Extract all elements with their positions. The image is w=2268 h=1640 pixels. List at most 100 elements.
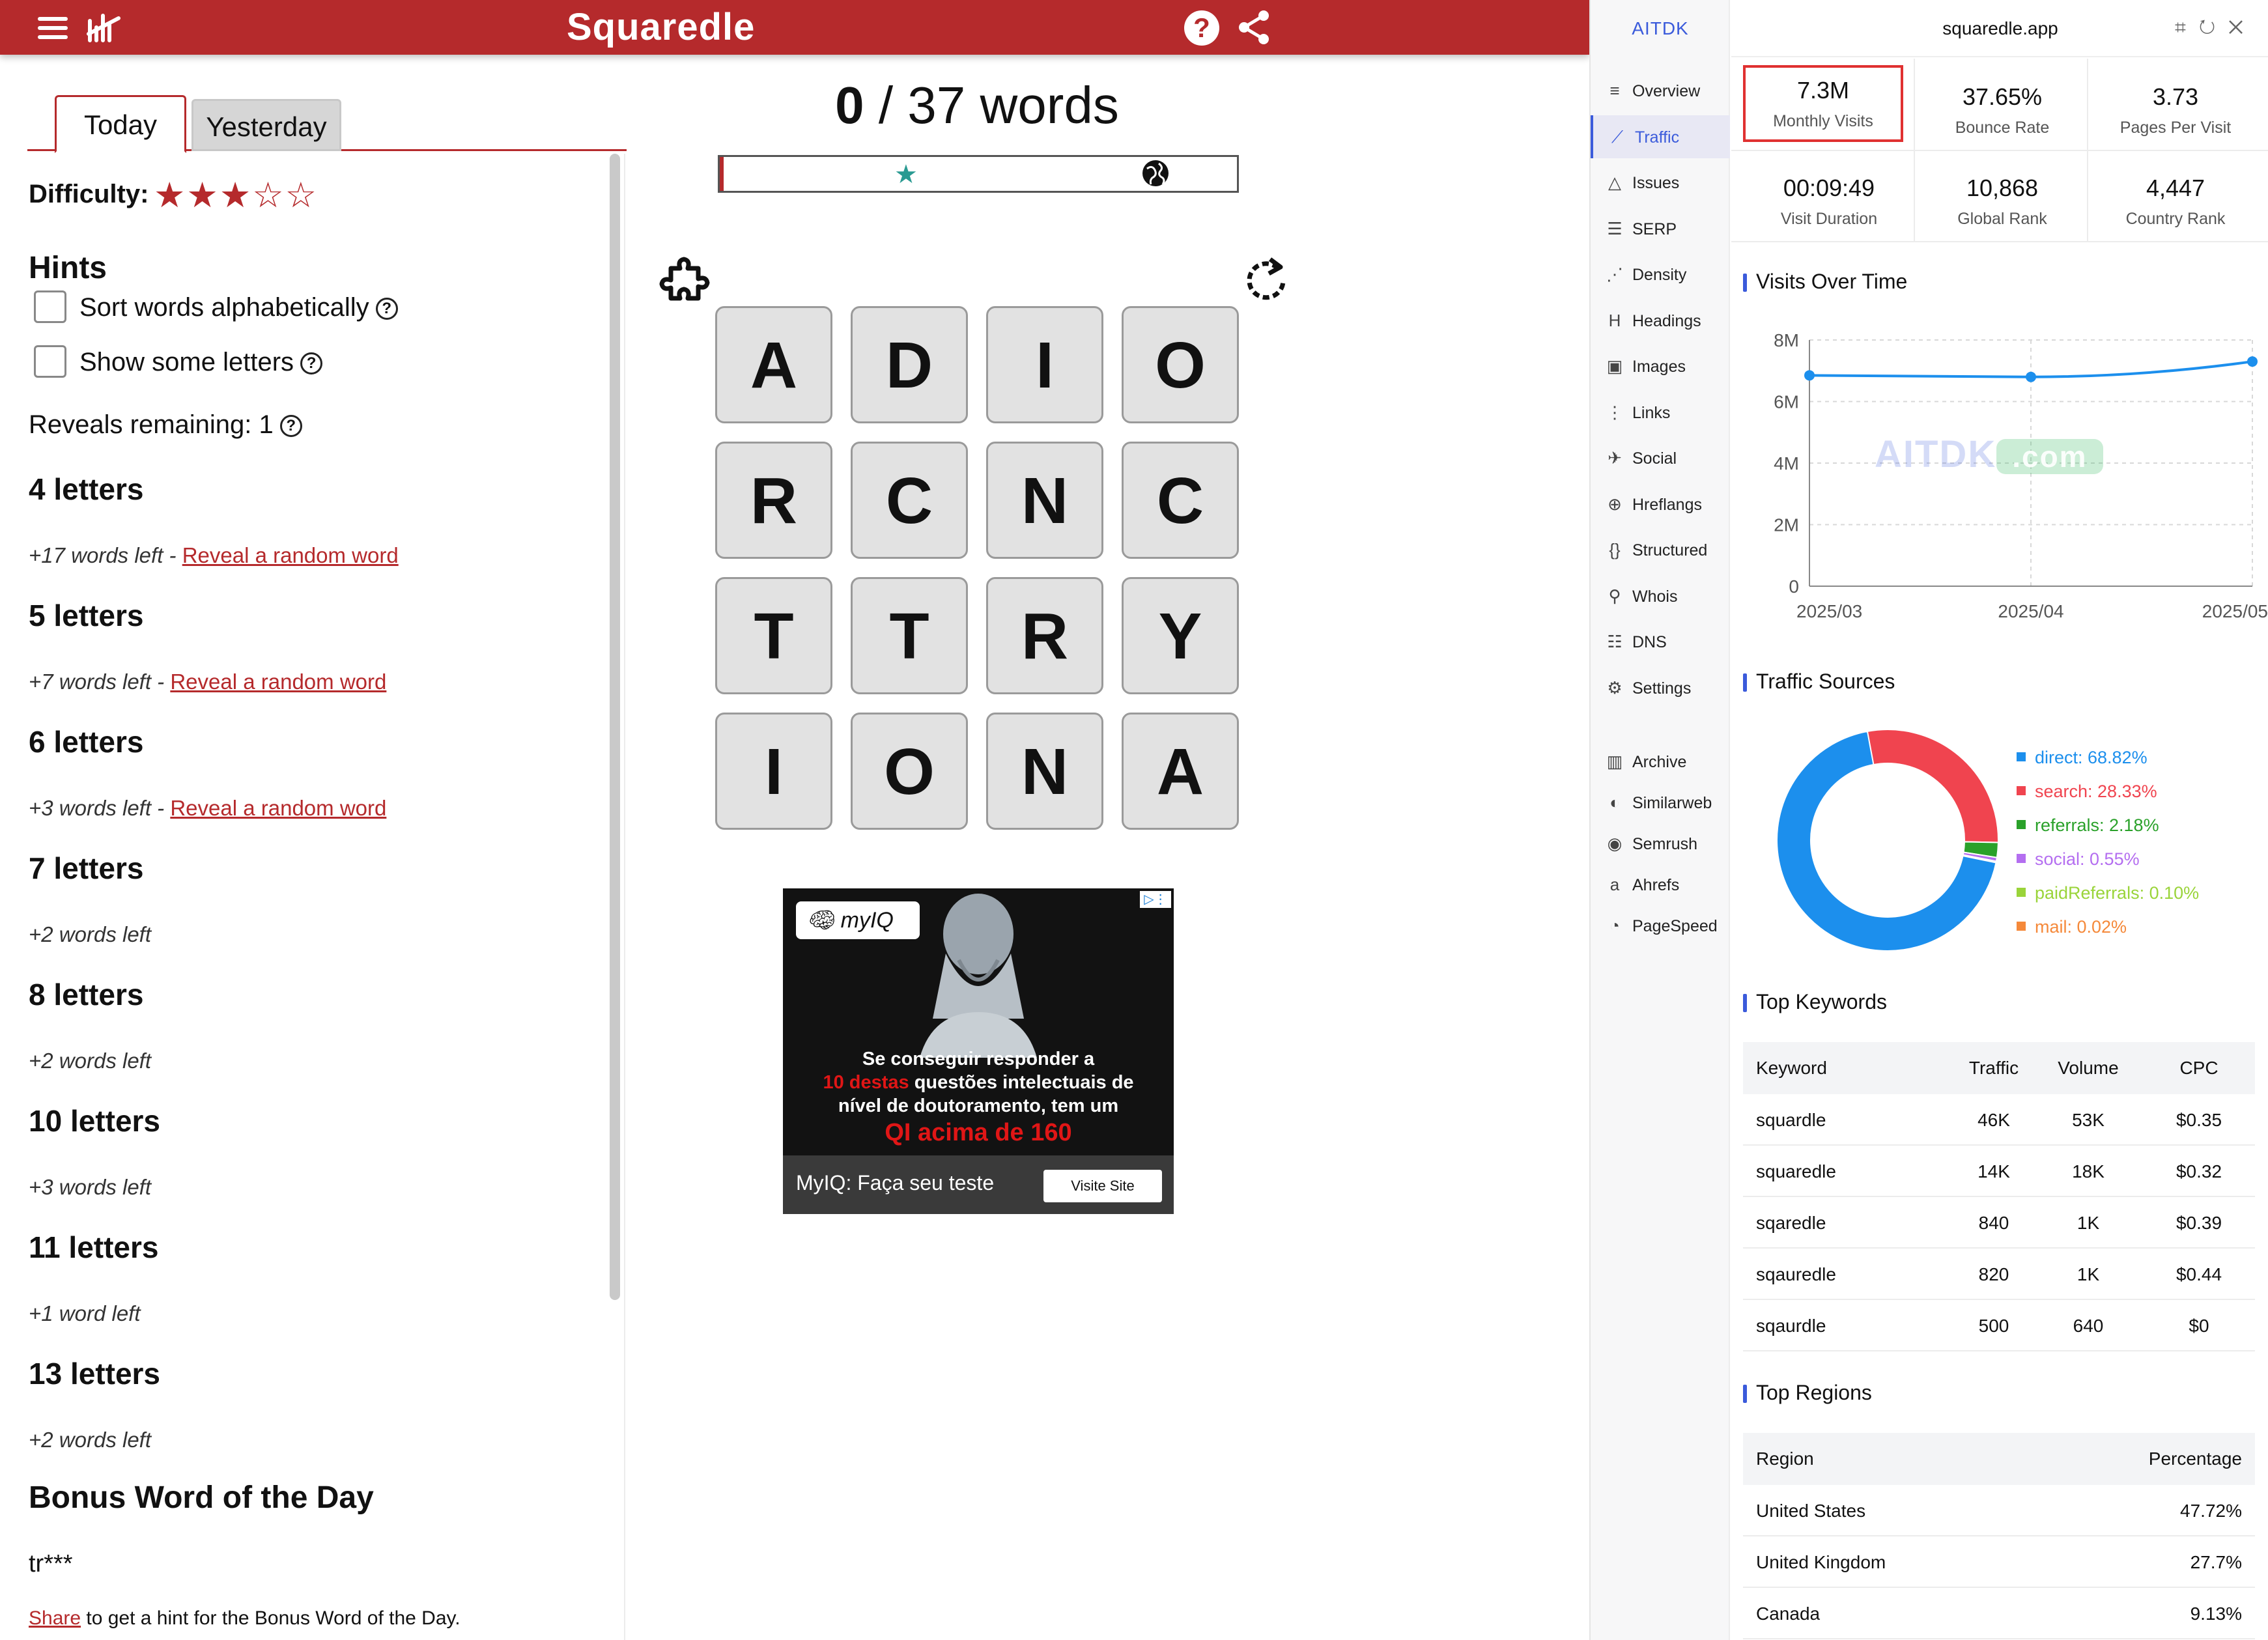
letter-tile[interactable]: D — [851, 306, 968, 423]
close-icon[interactable]: ✕ — [2228, 17, 2256, 38]
tab-today[interactable]: Today — [55, 95, 186, 153]
table-cell: 640 — [2073, 1316, 2104, 1336]
table-row[interactable]: sqauredle 820 1K $0.44 — [1743, 1249, 2255, 1300]
table-cell: 1K — [2077, 1213, 2100, 1233]
help-icon[interactable]: ? — [1184, 10, 1219, 46]
table-row[interactable]: sqaurdle 500 640 $0 — [1743, 1300, 2255, 1351]
nav-label: Overview — [1632, 82, 1701, 100]
count-separator: / — [864, 76, 908, 134]
letter-tile[interactable]: O — [1122, 306, 1239, 423]
question-icon[interactable]: ? — [279, 415, 302, 437]
letter-tile[interactable]: C — [1122, 442, 1239, 559]
day-tabs: Today Yesterday — [27, 95, 627, 153]
tool-item-ahrefs[interactable]: a Ahrefs — [1591, 863, 1730, 906]
nav-item-issues[interactable]: △ Issues — [1591, 161, 1730, 204]
table-row[interactable]: sqaredle 840 1K $0.39 — [1743, 1197, 2255, 1249]
table-cell: $0.44 — [2176, 1264, 2222, 1284]
share-link[interactable]: Share — [29, 1607, 81, 1629]
letter-tile[interactable]: R — [986, 577, 1103, 694]
letter-tile[interactable]: I — [715, 713, 832, 830]
separator: - — [151, 796, 171, 820]
tool-item-archive[interactable]: ▥ Archive — [1591, 740, 1730, 783]
reveal-random-word-link[interactable]: Reveal a random word — [170, 796, 386, 820]
menu-icon[interactable] — [38, 17, 68, 39]
legend-item: direct: 68.82% — [2017, 748, 2148, 768]
reveal-random-word-link[interactable]: Reveal a random word — [182, 543, 399, 567]
reload-icon[interactable]: ↻ — [2199, 17, 2228, 38]
share-icon[interactable] — [1236, 9, 1273, 46]
tool-item-pagespeed[interactable]: ◔ PageSpeed — [1591, 904, 1730, 947]
reveal-random-word-link[interactable]: Reveal a random word — [170, 670, 386, 694]
nav-label: Hreflangs — [1632, 495, 1702, 514]
nav-item-density[interactable]: ⋰ Density — [1591, 253, 1730, 296]
nav-item-social[interactable]: ✈ Social — [1591, 436, 1730, 479]
nav-item-traffic[interactable]: ⟋ Traffic — [1591, 115, 1730, 158]
letter-tile[interactable]: N — [986, 713, 1103, 830]
app-logo[interactable]: Squaredle — [567, 4, 755, 51]
table-row[interactable]: squaredle 14K 18K $0.32 — [1743, 1146, 2255, 1197]
table-row[interactable]: United Kingdom 27.7% — [1743, 1536, 2255, 1588]
puzzle-icon[interactable] — [658, 253, 716, 311]
nav-item-serp[interactable]: ☰ SERP — [1591, 207, 1730, 250]
hints-scrollbar[interactable] — [610, 154, 620, 1300]
tool-label: Ahrefs — [1632, 876, 1680, 894]
visit-site-button[interactable]: Visite Site — [1043, 1170, 1162, 1202]
nav-item-overview[interactable]: ≡ Overview — [1591, 69, 1730, 112]
refresh-icon[interactable] — [1240, 253, 1292, 305]
letter-tile[interactable]: T — [715, 577, 832, 694]
letter-tile[interactable]: A — [1122, 713, 1239, 830]
panel-divider — [624, 154, 625, 1640]
section-title: 8 letters — [29, 978, 144, 1011]
table-row[interactable]: squardle 46K 53K $0.35 — [1743, 1094, 2255, 1146]
nav-item-links[interactable]: ⋮ Links — [1591, 391, 1730, 434]
section-title: 4 letters — [29, 472, 144, 506]
x-tick-label: 2025/03 — [1796, 601, 1862, 621]
words-left-count: +2 words left — [29, 922, 152, 946]
tool-item-semrush[interactable]: ◉ Semrush — [1591, 822, 1730, 865]
letter-tile[interactable]: N — [986, 442, 1103, 559]
letter-tile[interactable]: C — [851, 442, 968, 559]
table-cell: Canada — [1756, 1604, 1821, 1624]
words-left-count: +7 words left — [29, 670, 152, 694]
table-row[interactable]: United States 47.72% — [1743, 1485, 2255, 1536]
letter-tile[interactable]: T — [851, 577, 968, 694]
legend-swatch — [2017, 854, 2026, 863]
ad-brand-logo[interactable]: 🧠︎ myIQ — [796, 901, 920, 939]
aitdk-brand[interactable]: AITDK — [1591, 0, 1730, 57]
nav-item-headings[interactable]: H Headings — [1591, 299, 1730, 342]
nav-item-settings[interactable]: ⚙ Settings — [1591, 666, 1730, 709]
sort-alphabetically-checkbox[interactable] — [34, 290, 66, 323]
table-cell: $0.32 — [2176, 1161, 2222, 1181]
legend-item: paidReferrals: 0.10% — [2017, 883, 2199, 903]
nav-label: Structured — [1632, 541, 1708, 559]
letter-tile[interactable]: R — [715, 442, 832, 559]
ad-brand-name: myIQ — [840, 908, 894, 933]
stats-icon[interactable] — [86, 12, 122, 44]
metric-card: 3.73 Pages Per Visit — [2090, 65, 2261, 156]
nav-icon: ☷ — [1607, 632, 1623, 651]
nav-icon: ⚙ — [1607, 677, 1623, 698]
bonus-share-line: Share to get a hint for the Bonus Word o… — [29, 1607, 461, 1630]
ad-choices-icon[interactable]: ▷⋮ — [1140, 891, 1171, 908]
tool-item-similarweb[interactable]: ◐ Similarweb — [1591, 781, 1730, 824]
tab-yesterday[interactable]: Yesterday — [191, 99, 341, 151]
nav-item-hreflangs[interactable]: ⊕ Hreflangs — [1591, 483, 1730, 526]
question-icon[interactable]: ? — [375, 298, 398, 320]
nav-item-dns[interactable]: ☷ DNS — [1591, 620, 1730, 663]
nav-item-images[interactable]: ▣ Images — [1591, 345, 1730, 388]
difficulty-label: Difficulty: — [29, 180, 149, 208]
tool-icon: ◔ — [1609, 916, 1620, 935]
nav-item-whois[interactable]: ⚲ Whois — [1591, 574, 1730, 617]
letter-tile[interactable]: Y — [1122, 577, 1239, 694]
letter-tile[interactable]: O — [851, 713, 968, 830]
nav-item-structured[interactable]: {} Structured — [1591, 528, 1730, 571]
nav-label: Density — [1632, 266, 1687, 284]
letter-tile[interactable]: I — [986, 306, 1103, 423]
table-row[interactable]: Canada 9.13% — [1743, 1588, 2255, 1639]
show-letters-checkbox[interactable] — [34, 345, 66, 378]
question-icon[interactable]: ? — [300, 352, 323, 375]
crop-icon[interactable]: ⌗ — [2175, 17, 2199, 38]
words-left-line: +1 word left — [29, 1301, 141, 1326]
advertisement[interactable]: 🧠︎ myIQ ▷⋮ Se conseguir responder a 10 d… — [783, 888, 1174, 1214]
letter-tile[interactable]: A — [715, 306, 832, 423]
